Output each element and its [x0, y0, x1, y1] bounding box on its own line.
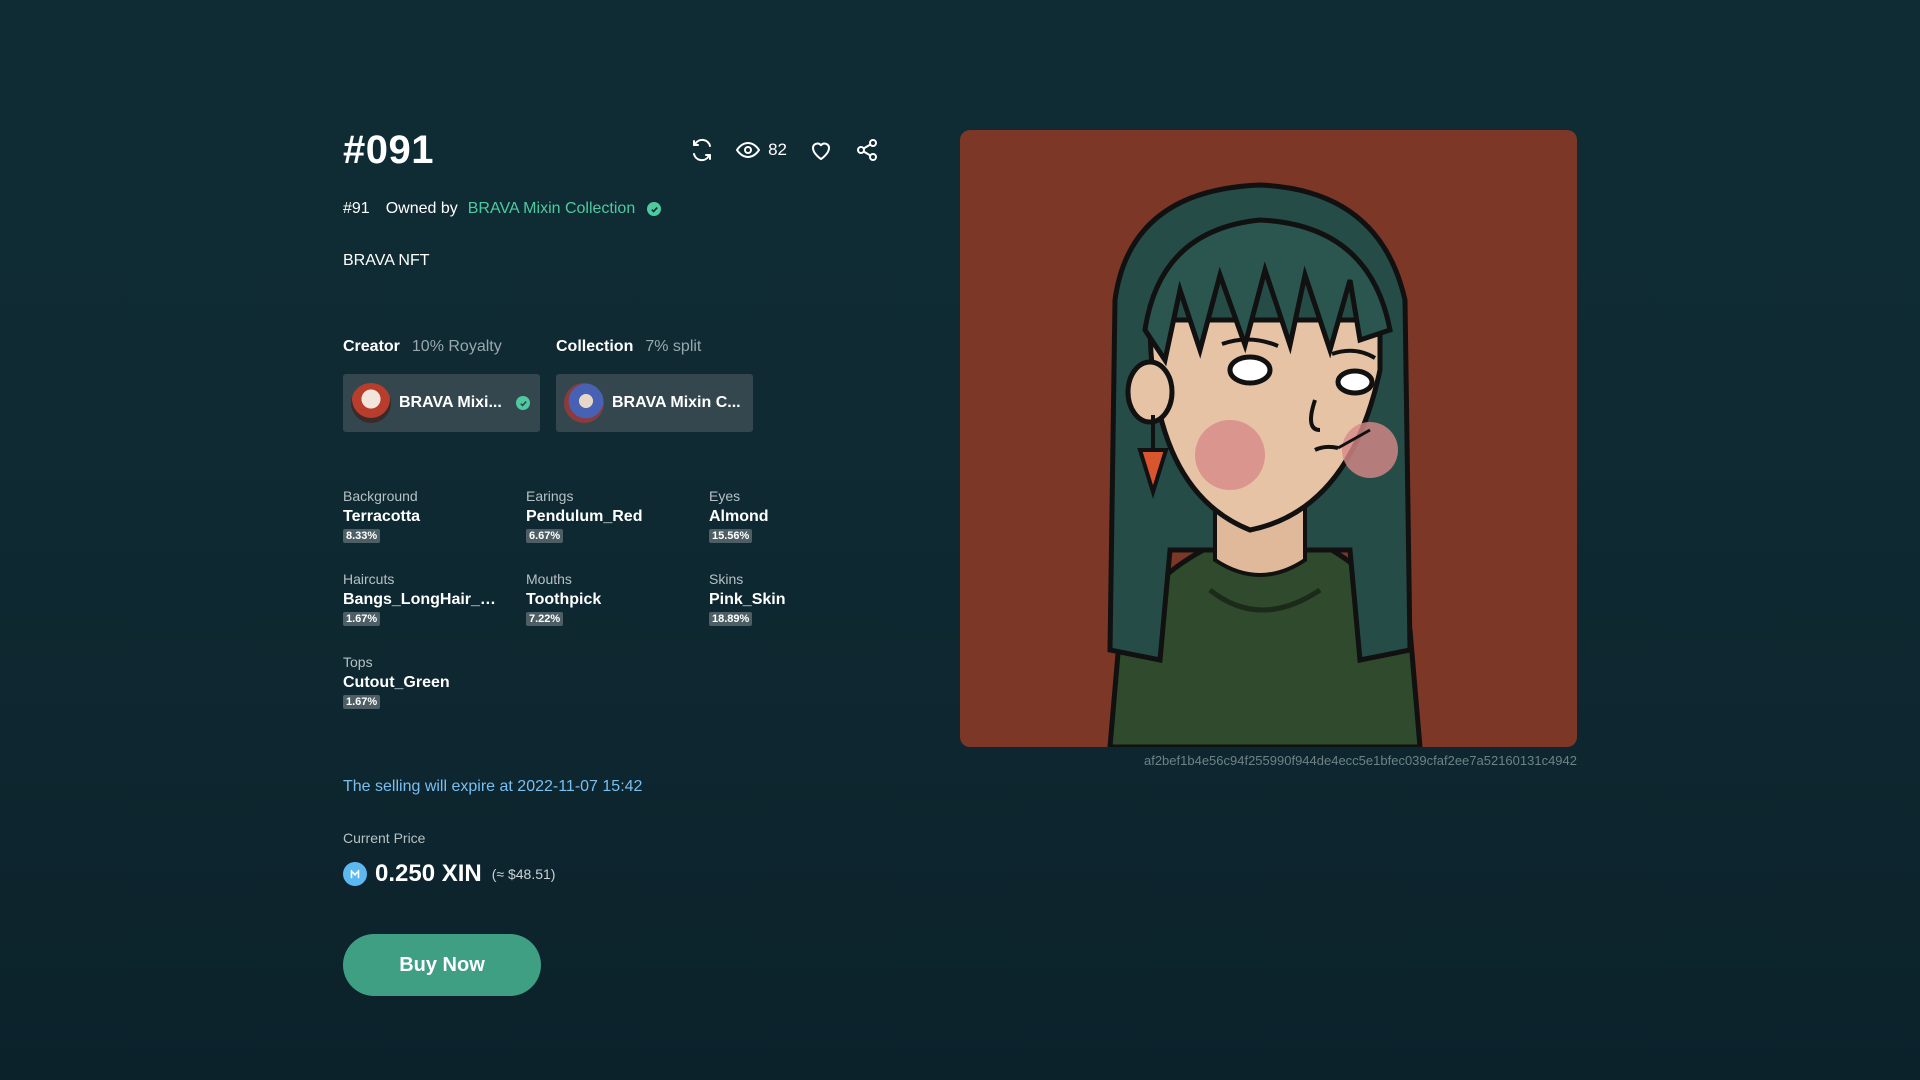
trait-item: Eyes Almond 15.56%	[709, 488, 892, 544]
nft-description: BRAVA NFT	[343, 252, 430, 269]
trait-percent: 1.67%	[343, 612, 381, 626]
collection-header: Collection 7% split	[556, 338, 753, 356]
trait-value: Pendulum_Red	[526, 508, 643, 525]
trait-percent: 7.22%	[526, 612, 564, 626]
trait-value: Terracotta	[343, 508, 421, 525]
trait-value: Bangs_LongHair_Gre...	[343, 591, 506, 608]
trait-percent: 18.89%	[709, 612, 753, 626]
trait-key: Background	[343, 488, 418, 504]
share-button[interactable]	[855, 138, 879, 162]
share-icon	[857, 139, 877, 161]
verified-icon	[647, 202, 662, 216]
trait-key: Skins	[709, 571, 744, 587]
trait-key: Haircuts	[343, 571, 395, 587]
trait-value: Pink_Skin	[709, 591, 786, 608]
trait-item: Tops Cutout_Green 1.67%	[343, 654, 526, 710]
heart-icon	[812, 142, 830, 160]
buy-now-button[interactable]: Buy Now	[343, 934, 541, 996]
collection-avatar	[564, 383, 604, 423]
creator-royalty: 10% Royalty	[411, 338, 502, 355]
owner-link[interactable]: BRAVA Mixin Collection	[468, 200, 635, 218]
token-hash: af2bef1b4e56c94f255990f944de4ecc5e1bfec0…	[1143, 753, 1577, 768]
trait-value: Cutout_Green	[343, 674, 450, 691]
trait-item: Haircuts Bangs_LongHair_Gre... 1.67%	[343, 571, 526, 627]
verified-icon	[516, 396, 530, 410]
title-row: #091 82	[343, 120, 883, 180]
trait-item: Skins Pink_Skin 18.89%	[709, 571, 892, 627]
trait-value: Almond	[709, 508, 769, 525]
trait-item: Earings Pendulum_Red 6.67%	[526, 488, 709, 544]
creator-name: BRAVA Mixi...	[399, 394, 502, 411]
trait-percent: 8.33%	[343, 529, 381, 543]
title-actions: 82	[690, 138, 879, 162]
price-usd: (≈ $48.51)	[491, 866, 556, 882]
views-count: 82	[768, 140, 787, 159]
refresh-button[interactable]	[690, 138, 714, 162]
creator-block: Creator 10% Royalty BRAVA Mixi...	[343, 338, 540, 432]
owned-by-label: Owned by	[385, 200, 458, 217]
trait-key: Earings	[526, 488, 574, 504]
nft-artwork-illustration	[1107, 182, 1423, 747]
price-label: Current Price	[343, 830, 426, 846]
trait-percent: 1.67%	[343, 695, 381, 709]
token-number: #91	[343, 200, 370, 217]
nft-title: #091	[343, 127, 434, 172]
refresh-icon	[693, 138, 712, 162]
creator-avatar	[351, 383, 391, 423]
trait-percent: 15.56%	[709, 529, 753, 543]
collection-label: Collection	[556, 338, 634, 355]
price-value: 0.250 XIN	[375, 860, 482, 887]
like-button[interactable]	[809, 138, 833, 162]
trait-value: Toothpick	[526, 591, 602, 608]
creator-card[interactable]: BRAVA Mixi...	[343, 374, 540, 432]
collection-card[interactable]: BRAVA Mixin C...	[556, 374, 753, 432]
collection-name: BRAVA Mixin C...	[612, 394, 741, 411]
trait-item: Background Terracotta 8.33%	[343, 488, 526, 544]
views-counter: 82	[736, 138, 787, 162]
xin-coin-icon	[343, 862, 367, 886]
trait-key: Eyes	[709, 488, 741, 504]
collection-block: Collection 7% split BRAVA Mixin C...	[556, 338, 753, 432]
nft-details-panel: #091 82 #91 Owned by BRAVA Mixin Collect…	[343, 120, 883, 996]
creator-header: Creator 10% Royalty	[343, 338, 540, 356]
traits-grid: Background Terracotta 8.33% Earings Pend…	[343, 488, 883, 710]
ownership-row: #91 Owned by BRAVA Mixin Collection	[343, 200, 883, 218]
roles-section: Creator 10% Royalty BRAVA Mixi... Collec…	[343, 338, 883, 432]
sale-expiry-text: The selling will expire at 2022-11-07 15…	[343, 778, 643, 795]
nft-artwork	[960, 130, 1577, 747]
trait-key: Tops	[343, 654, 373, 670]
eye-icon	[736, 141, 761, 159]
price-row: 0.250 XIN (≈ $48.51)	[343, 860, 883, 888]
collection-split: 7% split	[645, 338, 702, 355]
trait-key: Mouths	[526, 571, 572, 587]
trait-item: Mouths Toothpick 7.22%	[526, 571, 709, 627]
creator-label: Creator	[343, 338, 400, 355]
trait-percent: 6.67%	[526, 529, 564, 543]
